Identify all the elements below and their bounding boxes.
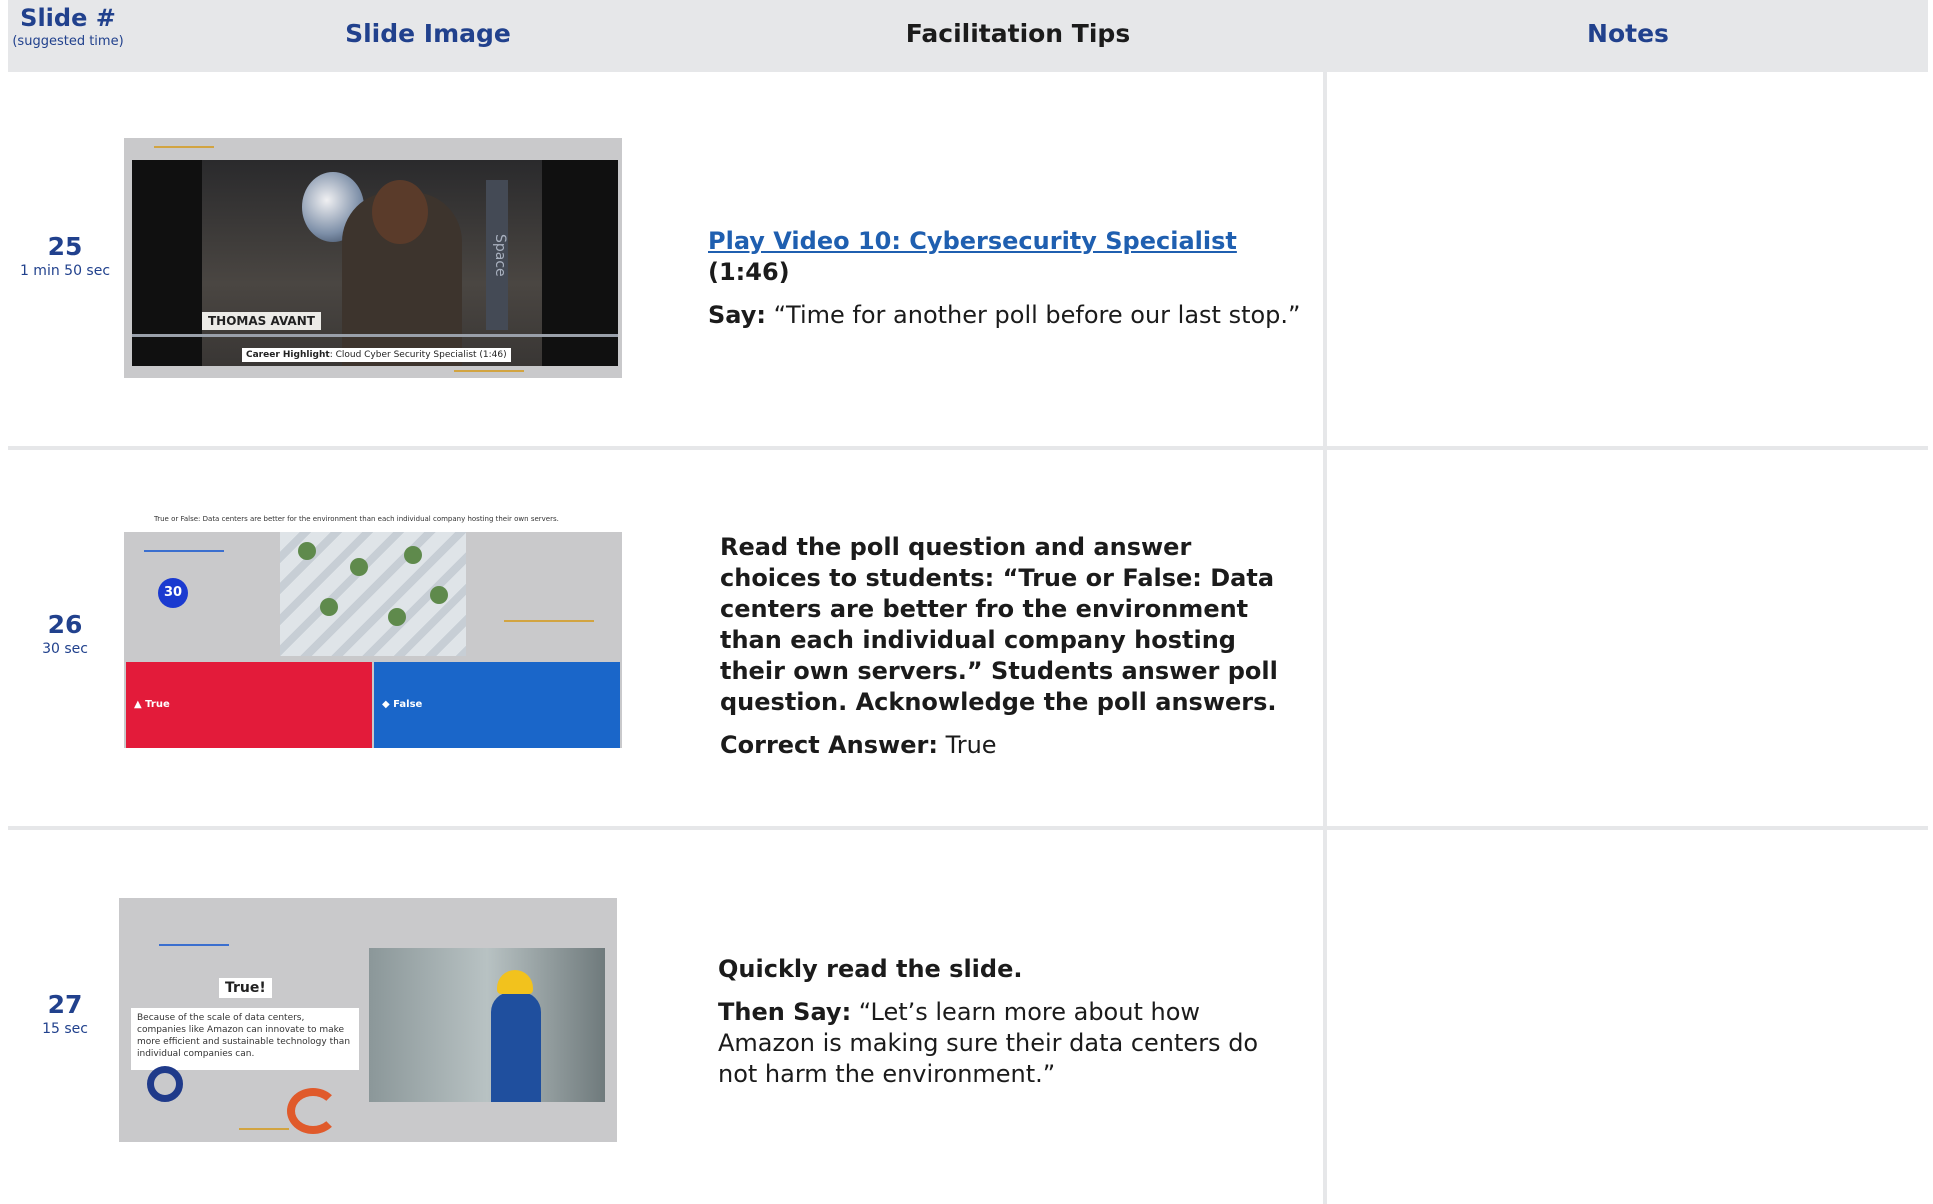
- slide-thumbnail[interactable]: True or False: Data centers are better f…: [124, 510, 622, 748]
- video-duration: (1:46): [708, 258, 790, 286]
- table-row: 25 1 min 50 sec Space THOMAS AVANT Caree…: [8, 76, 1323, 446]
- space-sign: Space: [486, 180, 508, 330]
- header-notes: Notes: [1587, 19, 1669, 48]
- slide-number: 26: [47, 610, 83, 639]
- header-slide-number: Slide # (suggested time): [8, 0, 128, 72]
- column-divider: [1323, 72, 1327, 1204]
- video-caption: Career Highlight: Cloud Cyber Security S…: [242, 348, 511, 362]
- ring-shape: [147, 1066, 183, 1102]
- video-link[interactable]: Play Video 10: Cybersecurity Specialist: [708, 227, 1237, 255]
- video-progress-bar[interactable]: [132, 334, 618, 337]
- answer-value: True: [937, 731, 997, 759]
- poll-question: True or False: Data centers are better f…: [124, 510, 622, 532]
- slide-number: 25: [47, 232, 83, 261]
- header-slide-sublabel: (suggested time): [12, 34, 124, 49]
- caption-text: : Cloud Cyber Security Specialist (1:46): [329, 350, 507, 360]
- answer-label: Correct Answer:: [720, 731, 938, 759]
- table-header: Slide # (suggested time) Slide Image Fac…: [8, 0, 1928, 72]
- worker-photo: [369, 948, 605, 1102]
- tip-instruction: Quickly read the slide.: [718, 955, 1023, 983]
- say-text: “Time for another poll before our last s…: [765, 301, 1301, 329]
- header-slide-image: Slide Image: [345, 19, 511, 48]
- slide-number-cell: 26 30 sec: [8, 610, 122, 657]
- header-slide-label: Slide #: [20, 4, 116, 32]
- table-row: 27 15 sec True! Because of the scale of …: [8, 830, 1323, 1204]
- tip-instruction: Read the poll question and answer choice…: [720, 533, 1278, 716]
- hard-hat-icon: [497, 970, 533, 994]
- data-center-image: [280, 532, 466, 656]
- say-label: Say:: [708, 301, 766, 329]
- say-label: Then Say:: [718, 998, 852, 1026]
- slide-duration: 1 min 50 sec: [19, 263, 111, 279]
- slide-thumbnail[interactable]: True! Because of the scale of data cente…: [119, 898, 617, 1142]
- poll-option-false[interactable]: ◆ False: [374, 662, 620, 748]
- slide-duration: 15 sec: [42, 1021, 88, 1037]
- facilitation-tips: Quickly read the slide. Then Say: “Let’s…: [718, 954, 1278, 1102]
- answer-explanation: Because of the scale of data centers, co…: [131, 1008, 359, 1070]
- slide-number-cell: 25 1 min 50 sec: [8, 232, 122, 279]
- answer-badge: True!: [219, 978, 272, 998]
- poll-timer: 30: [158, 578, 188, 608]
- slide-number-cell: 27 15 sec: [8, 990, 122, 1037]
- slide-number: 27: [47, 990, 83, 1019]
- header-facilitation-tips: Facilitation Tips: [905, 19, 1131, 48]
- caption-bold: Career Highlight: [246, 350, 330, 360]
- slide-thumbnail[interactable]: Space THOMAS AVANT Career Highlight: Clo…: [124, 138, 622, 378]
- presenter-name: THOMAS AVANT: [202, 312, 321, 330]
- poll-option-true[interactable]: ▲ True: [126, 662, 372, 748]
- facilitation-tips: Read the poll question and answer choice…: [720, 532, 1300, 773]
- slide-duration: 30 sec: [42, 641, 88, 657]
- table-row: 26 30 sec True or False: Data centers ar…: [8, 450, 1323, 826]
- link-shape: [287, 1088, 339, 1134]
- facilitation-tips: Play Video 10: Cybersecurity Specialist …: [708, 226, 1308, 343]
